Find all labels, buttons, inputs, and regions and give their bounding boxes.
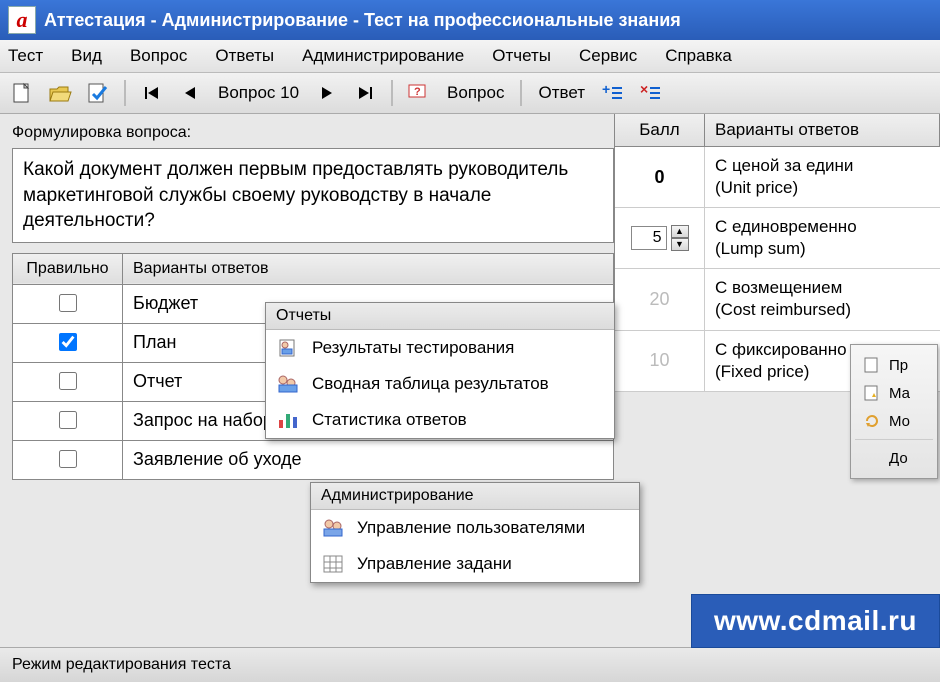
side-item[interactable]: До bbox=[855, 439, 933, 472]
popup-item-users[interactable]: Управление пользователями bbox=[311, 510, 639, 546]
answer-checkbox[interactable] bbox=[59, 372, 77, 390]
answer-checkbox[interactable] bbox=[59, 294, 77, 312]
score-value: 20 bbox=[649, 289, 669, 310]
toolbar-separator bbox=[124, 80, 126, 106]
side-item-label: Ма bbox=[889, 385, 910, 402]
score-header: Балл bbox=[615, 114, 705, 146]
report-results-icon bbox=[274, 336, 302, 360]
next-icon[interactable] bbox=[313, 79, 341, 107]
refresh-icon bbox=[861, 411, 883, 431]
report-stats-icon bbox=[274, 408, 302, 432]
toolbar-separator bbox=[520, 80, 522, 106]
statusbar: Режим редактирования теста bbox=[0, 647, 940, 682]
doc-icon bbox=[861, 355, 883, 375]
side-item-label: Пр bbox=[889, 357, 908, 374]
side-toolbar: Пр Ма Мо До bbox=[850, 344, 938, 479]
score-sub: (Fixed price) bbox=[715, 362, 809, 381]
answer-checkbox[interactable] bbox=[59, 450, 77, 468]
star-doc-icon bbox=[861, 383, 883, 403]
side-item-label: До bbox=[889, 450, 908, 467]
svg-text:+: + bbox=[602, 84, 610, 97]
report-summary-icon bbox=[274, 372, 302, 396]
admin-users-icon bbox=[319, 516, 347, 540]
svg-text:?: ? bbox=[414, 86, 421, 98]
add-list-icon[interactable]: + bbox=[599, 79, 627, 107]
table-row: Заявление об уходе bbox=[13, 440, 614, 479]
col-variants-header: Варианты ответов bbox=[123, 253, 614, 284]
score-sub: (Cost reimbursed) bbox=[715, 300, 851, 319]
status-text: Режим редактирования теста bbox=[12, 656, 231, 673]
menu-reports[interactable]: Отчеты bbox=[492, 46, 551, 66]
score-sub: (Lump sum) bbox=[715, 239, 806, 258]
toolbar-question-label[interactable]: Вопрос bbox=[443, 83, 508, 103]
menu-test[interactable]: Тест bbox=[8, 46, 43, 66]
popup-item-tasks[interactable]: Управление задани bbox=[311, 546, 639, 582]
score-text: С возмещением bbox=[715, 278, 842, 297]
open-icon[interactable] bbox=[46, 79, 74, 107]
question-counter: Вопрос 10 bbox=[214, 83, 303, 103]
side-item-label: Мо bbox=[889, 413, 910, 430]
app-icon: a bbox=[8, 6, 36, 34]
spin-down-icon[interactable]: ▼ bbox=[671, 238, 689, 251]
answer-checkbox[interactable] bbox=[59, 333, 77, 351]
menu-answers[interactable]: Ответы bbox=[215, 46, 274, 66]
toolbar-separator bbox=[391, 80, 393, 106]
popup-reports-title: Отчеты bbox=[266, 303, 614, 330]
titlebar: a Аттестация - Администрирование - Тест … bbox=[0, 0, 940, 40]
answer-checkbox[interactable] bbox=[59, 411, 77, 429]
popup-item-label: Управление задани bbox=[357, 554, 512, 574]
popup-item-label: Сводная таблица результатов bbox=[312, 374, 549, 394]
popup-item-label: Управление пользователями bbox=[357, 518, 585, 538]
side-item[interactable]: Ма bbox=[855, 379, 933, 407]
blank-icon bbox=[861, 448, 883, 468]
score-value: 0 bbox=[654, 167, 664, 188]
popup-item-label: Результаты тестирования bbox=[312, 338, 514, 358]
toolbar: Вопрос 10 ? Вопрос Ответ + × bbox=[0, 73, 940, 114]
score-input[interactable] bbox=[631, 226, 667, 250]
menubar: Тест Вид Вопрос Ответы Администрирование… bbox=[0, 40, 940, 73]
answer-text[interactable]: Заявление об уходе bbox=[123, 440, 614, 479]
score-row: 20 С возмещением (Cost reimbursed) bbox=[615, 269, 940, 330]
remove-list-icon[interactable]: × bbox=[637, 79, 665, 107]
popup-admin: Администрирование Управление пользовател… bbox=[310, 482, 640, 583]
score-text: С единовременно bbox=[715, 217, 857, 236]
score-text: С ценой за едини bbox=[715, 156, 853, 175]
window-title: Аттестация - Администрирование - Тест на… bbox=[44, 10, 681, 31]
score-text: С фиксированно bbox=[715, 340, 847, 359]
new-icon[interactable] bbox=[8, 79, 36, 107]
menu-view[interactable]: Вид bbox=[71, 46, 102, 66]
score-sub: (Unit price) bbox=[715, 178, 798, 197]
score-row: 0 С ценой за едини (Unit price) bbox=[615, 147, 940, 208]
first-icon[interactable] bbox=[138, 79, 166, 107]
save-check-icon[interactable] bbox=[84, 79, 112, 107]
last-icon[interactable] bbox=[351, 79, 379, 107]
popup-item-label: Статистика ответов bbox=[312, 410, 467, 430]
menu-service[interactable]: Сервис bbox=[579, 46, 637, 66]
menu-help[interactable]: Справка bbox=[665, 46, 732, 66]
popup-reports: Отчеты Результаты тестирования Сводная т… bbox=[265, 302, 615, 439]
popup-item-summary[interactable]: Сводная таблица результатов bbox=[266, 366, 614, 402]
menu-admin[interactable]: Администрирование bbox=[302, 46, 464, 66]
menu-question[interactable]: Вопрос bbox=[130, 46, 187, 66]
admin-tasks-icon bbox=[319, 552, 347, 576]
svg-text:×: × bbox=[640, 84, 648, 97]
side-item[interactable]: Пр bbox=[855, 351, 933, 379]
question-text[interactable]: Какой документ должен первым предоставля… bbox=[12, 148, 614, 243]
client-area: Формулировка вопроса: Какой документ дол… bbox=[0, 114, 940, 490]
col-correct-header: Правильно bbox=[13, 253, 123, 284]
popup-admin-title: Администрирование bbox=[311, 483, 639, 510]
popup-item-results[interactable]: Результаты тестирования bbox=[266, 330, 614, 366]
side-item[interactable]: Мо bbox=[855, 407, 933, 435]
score-value: 10 bbox=[649, 350, 669, 371]
spin-up-icon[interactable]: ▲ bbox=[671, 225, 689, 238]
score-variants-header: Варианты ответов bbox=[705, 114, 940, 146]
question-help-icon[interactable]: ? bbox=[405, 79, 433, 107]
score-spinner[interactable]: ▲ ▼ bbox=[631, 225, 689, 251]
score-row: ▲ ▼ С единовременно (Lump sum) bbox=[615, 208, 940, 269]
popup-item-stats[interactable]: Статистика ответов bbox=[266, 402, 614, 438]
watermark: www.cdmail.ru bbox=[691, 594, 940, 648]
prev-icon[interactable] bbox=[176, 79, 204, 107]
toolbar-answer-label[interactable]: Ответ bbox=[534, 83, 589, 103]
